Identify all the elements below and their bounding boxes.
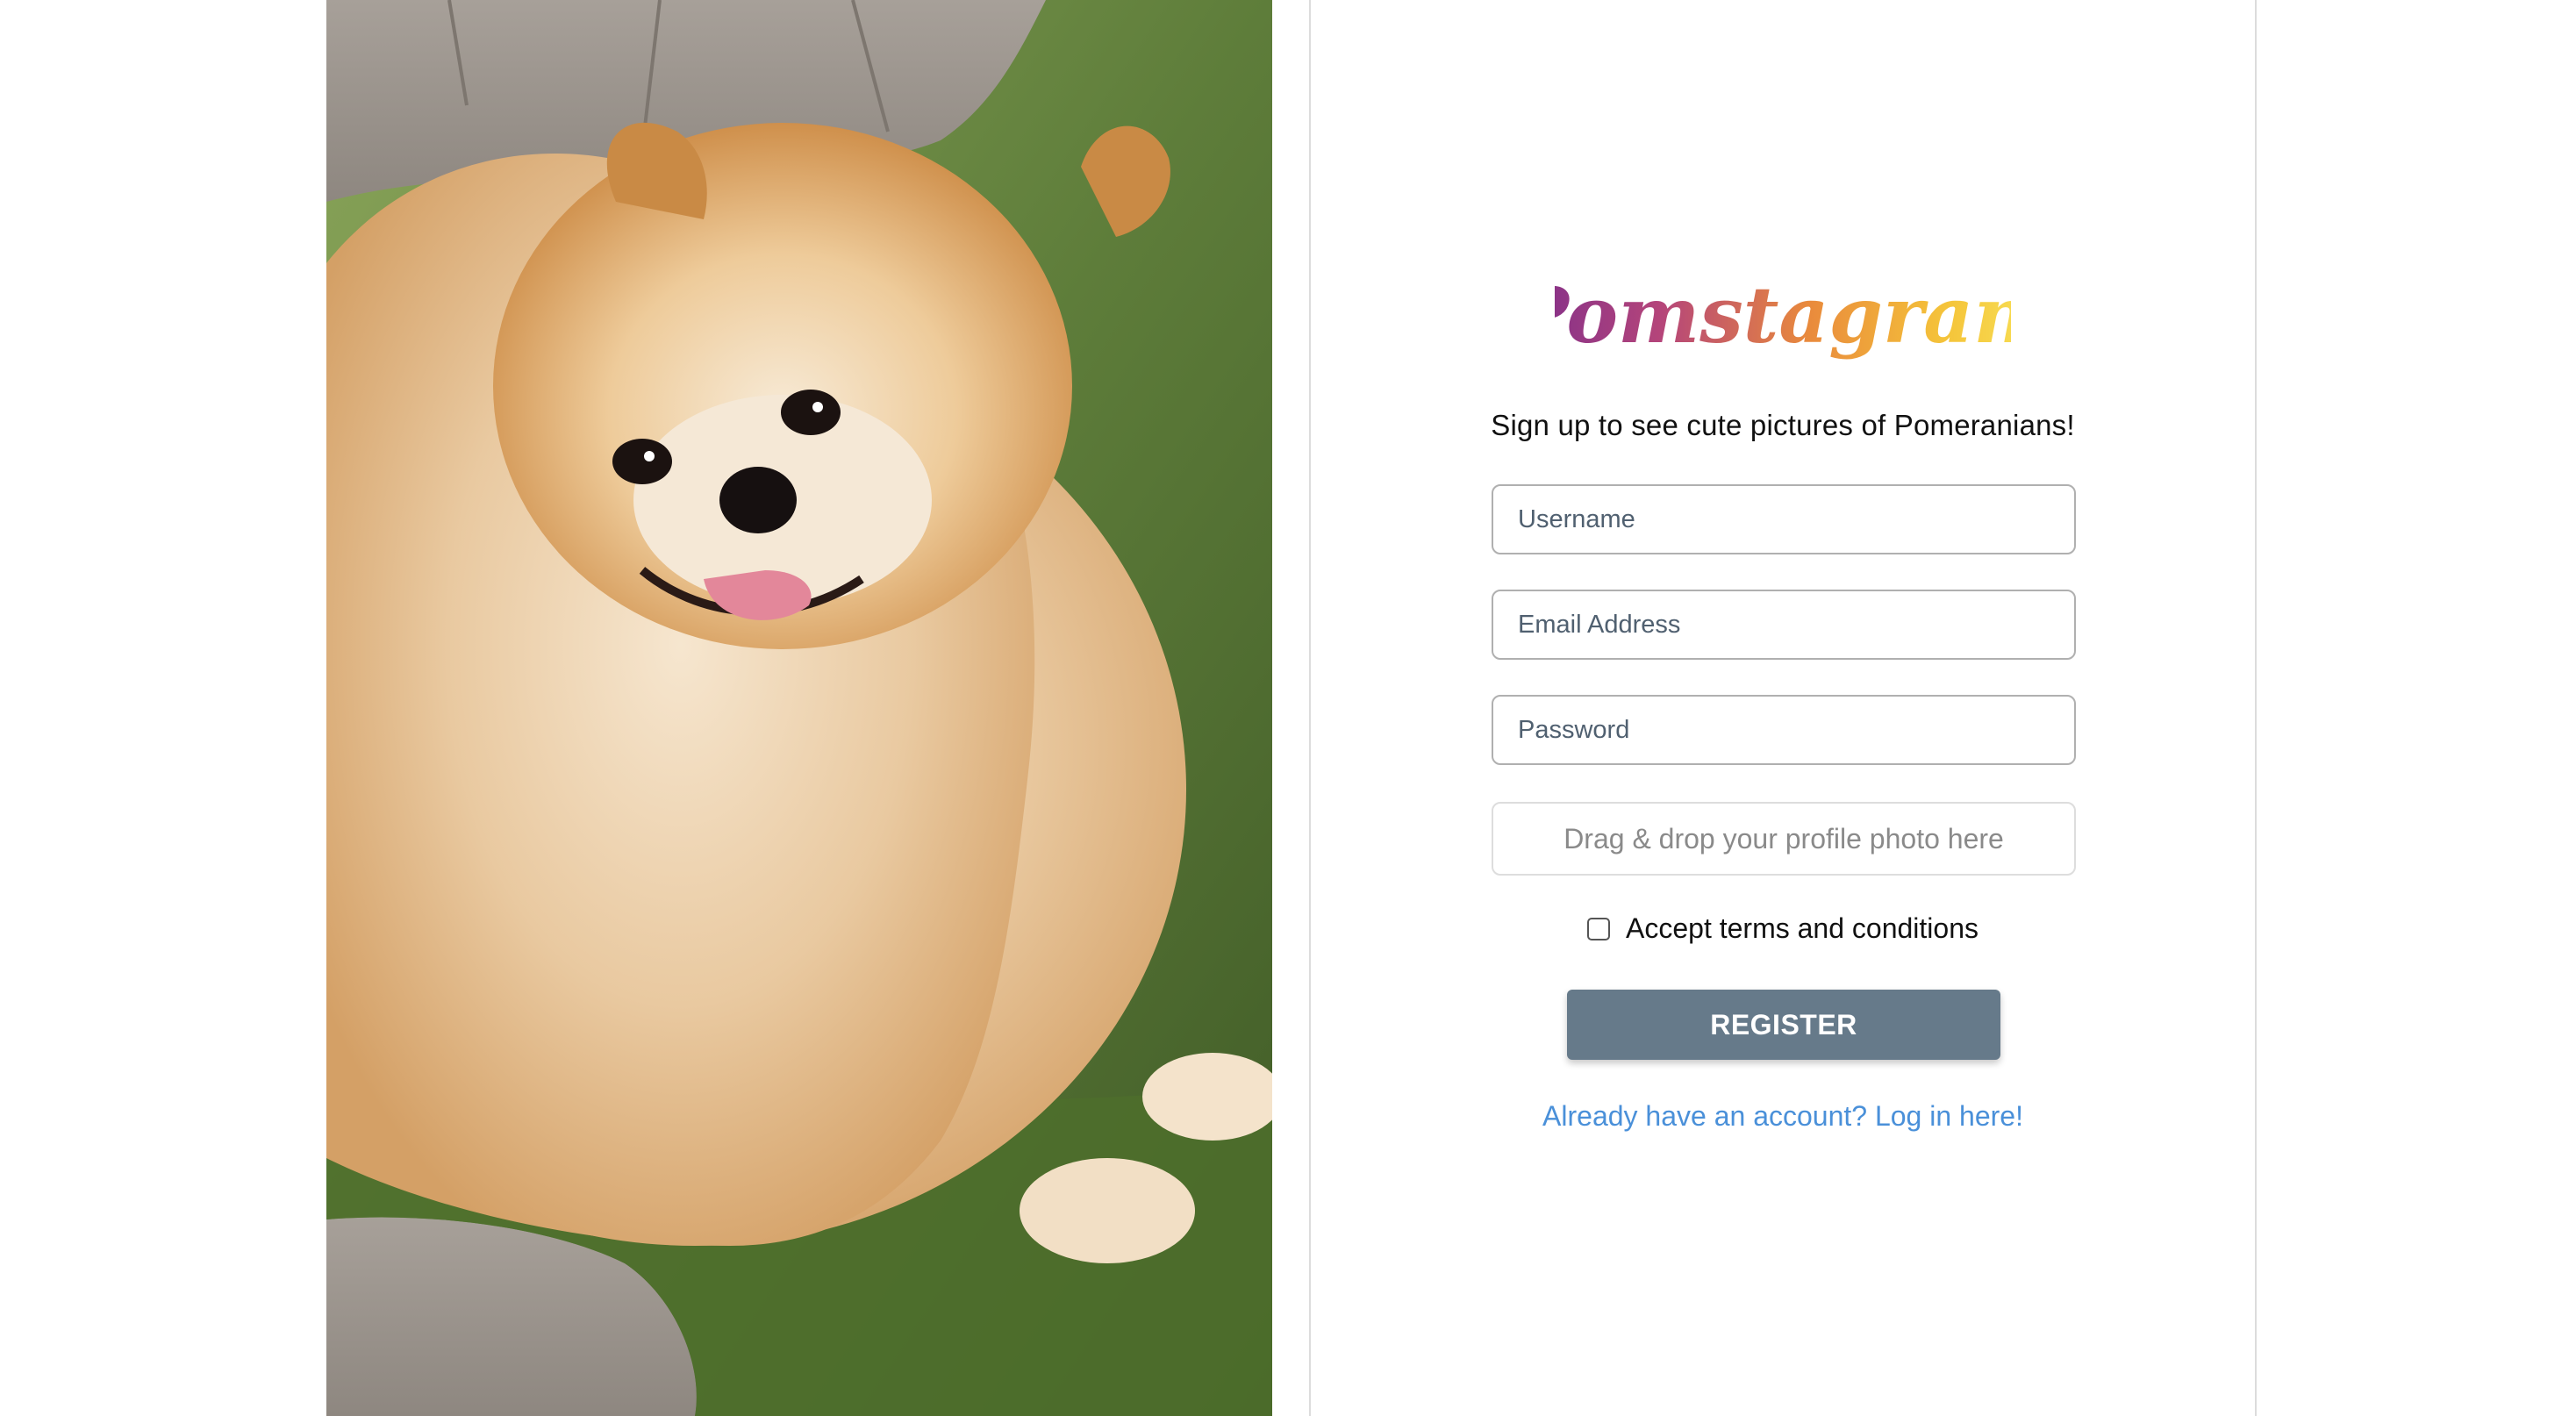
dog-image-icon (326, 0, 1272, 1416)
username-input[interactable] (1492, 484, 2076, 554)
register-page: Pomstagram Sign up to see cute pictures … (0, 0, 2576, 1416)
pomeranian-photo (326, 0, 1272, 1416)
password-input[interactable] (1492, 695, 2076, 765)
tagline: Sign up to see cute pictures of Pomerani… (1491, 409, 2075, 441)
email-input[interactable] (1492, 590, 2076, 660)
svg-text:Pomstagram: Pomstagram (1555, 269, 2011, 361)
terms-row: Accept terms and conditions (1311, 912, 2255, 945)
login-link[interactable]: Already have an account? Log in here! (1311, 1100, 2255, 1133)
profile-photo-dropzone[interactable]: Drag & drop your profile photo here (1492, 802, 2076, 876)
register-card: Pomstagram Sign up to see cute pictures … (1309, 0, 2257, 1416)
brand-logo: Pomstagram (1311, 261, 2255, 393)
terms-checkbox[interactable] (1587, 917, 1610, 940)
dropzone-label: Drag & drop your profile photo here (1563, 822, 2004, 855)
register-button[interactable]: REGISTER (1567, 990, 2000, 1060)
pomstagram-logo-icon: Pomstagram (1555, 269, 2011, 361)
terms-label[interactable]: Accept terms and conditions (1626, 912, 1979, 945)
